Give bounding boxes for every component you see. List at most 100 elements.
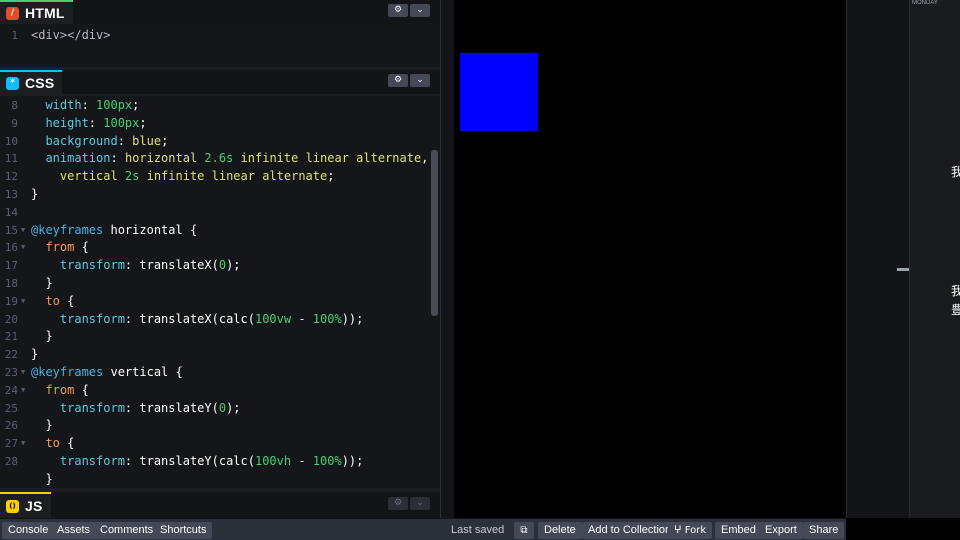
code-token: transform xyxy=(31,311,125,326)
line-number: 20 xyxy=(4,312,18,326)
code-line[interactable]: 25 transform: translateY(0); xyxy=(0,400,440,418)
css-editor-scrollbar[interactable] xyxy=(431,150,438,316)
code-line[interactable]: 10 background: blue; xyxy=(0,133,440,151)
js-tab[interactable]: () JS xyxy=(0,492,51,518)
code-text: @keyframes horizontal { xyxy=(31,222,197,240)
code-text: vertical 2s infinite linear alternate; xyxy=(31,168,335,186)
code-line[interactable]: 26 } xyxy=(0,417,440,435)
code-line[interactable]: 23 ▼ @keyframes vertical { xyxy=(0,364,440,382)
delete-button[interactable]: Delete xyxy=(538,522,582,539)
css-tab[interactable]: * CSS xyxy=(0,70,63,94)
code-line[interactable]: 1 <div></div> xyxy=(0,27,440,45)
footer: Console Assets Comments Shortcuts Last s… xyxy=(0,518,960,540)
add-to-collection-button[interactable]: Add to Collection xyxy=(582,522,678,539)
code-line[interactable]: 12 vertical 2s infinite linear alternate… xyxy=(0,168,440,186)
code-line[interactable]: 11 animation: horizontal 2.6s infinite l… xyxy=(0,150,440,168)
code-line[interactable]: 14 xyxy=(0,204,440,222)
line-number: 25 xyxy=(4,401,18,415)
line-number: 17 xyxy=(4,259,18,273)
html-collapse-chevron-down-icon[interactable]: ⌄ xyxy=(410,4,430,17)
html-settings-gear-icon[interactable]: ⚙ xyxy=(388,4,408,17)
fold-arrow-icon[interactable]: ▼ xyxy=(21,364,25,382)
code-token: blue xyxy=(132,133,162,148)
code-line[interactable]: 20 transform: translateX(calc(100vw - 10… xyxy=(0,311,440,329)
code-token: transform xyxy=(31,400,125,415)
css-settings-gear-icon[interactable]: ⚙ xyxy=(388,74,408,87)
css-code-editor[interactable]: 8 width: 100px; 9 height: 100px; 10 backgr… xyxy=(0,96,440,488)
open-external-icon[interactable]: ⧉ xyxy=(514,522,534,539)
code-text: } xyxy=(31,471,52,488)
code-line[interactable]: 18 } xyxy=(0,275,440,293)
line-number: 13 xyxy=(4,187,18,201)
code-text: background: blue; xyxy=(31,133,168,151)
side-panel-text-2: 我 xyxy=(951,284,960,298)
code-line[interactable]: 22} xyxy=(0,346,440,364)
code-token: ; xyxy=(132,98,140,112)
editor-preview-resizer[interactable] xyxy=(440,0,454,518)
code-token: vertical xyxy=(31,169,125,184)
fold-arrow-icon[interactable]: ▼ xyxy=(21,239,25,257)
code-line[interactable]: 27 ▼ to { xyxy=(0,435,440,453)
console-button[interactable]: Console xyxy=(2,522,55,539)
side-panel-inner: MONDAY xyxy=(909,0,960,518)
line-number: 16 xyxy=(4,241,18,255)
fold-arrow-icon[interactable]: ▼ xyxy=(21,293,25,311)
code-token: horizontal xyxy=(124,151,205,166)
js-settings-gear-icon[interactable]: ⚙ xyxy=(388,497,408,510)
code-token: 100px xyxy=(96,98,133,112)
code-line[interactable]: } xyxy=(0,471,440,488)
fold-arrow-icon[interactable]: ▼ xyxy=(21,222,25,240)
code-line[interactable]: 21 } xyxy=(0,328,440,346)
code-line[interactable]: 16 ▼ from { xyxy=(0,239,440,257)
fork-button[interactable]: ⵖ Fork xyxy=(668,522,713,539)
code-text: transform: translateX(0); xyxy=(31,257,241,275)
line-number: 21 xyxy=(4,330,18,344)
line-number: 1 xyxy=(11,29,18,42)
embed-button[interactable]: Embed xyxy=(715,522,762,539)
code-token: } xyxy=(31,186,39,201)
code-line[interactable]: 8 width: 100px; xyxy=(0,97,440,115)
line-number: 27 xyxy=(4,437,18,451)
fold-arrow-icon[interactable]: ▼ xyxy=(21,435,25,453)
css-collapse-chevron-down-icon[interactable]: ⌄ xyxy=(410,74,430,87)
fold-arrow-icon[interactable]: ▼ xyxy=(21,382,25,400)
assets-button[interactable]: Assets xyxy=(51,522,97,539)
side-panel-resize-handle[interactable] xyxy=(897,268,909,271)
code-line[interactable]: 9 height: 100px; xyxy=(0,115,440,133)
code-text: height: 100px; xyxy=(31,115,147,133)
code-token: <div></div> xyxy=(31,28,111,42)
comments-button[interactable]: Comments xyxy=(94,522,160,539)
code-token: ; xyxy=(139,115,147,130)
html-tab[interactable]: / HTML xyxy=(0,0,73,24)
code-token: width xyxy=(31,98,82,112)
code-token: ); xyxy=(226,258,241,273)
code-token: ; xyxy=(327,169,335,184)
code-line[interactable]: 13} xyxy=(0,186,440,204)
css-logo-icon: * xyxy=(6,76,19,90)
code-line[interactable]: 15 ▼ @keyframes horizontal { xyxy=(0,222,440,240)
shortcuts-button[interactable]: Shortcuts xyxy=(154,522,213,539)
code-token: height xyxy=(31,115,89,130)
line-number: 19 xyxy=(4,294,18,308)
css-panel-tools: ⚙ ⌄ xyxy=(388,74,430,87)
animated-blue-box xyxy=(460,53,538,131)
export-button[interactable]: Export xyxy=(759,522,803,539)
code-token: 100px xyxy=(103,115,140,130)
code-token: to xyxy=(31,436,60,451)
js-collapse-chevron-down-icon[interactable]: ⌄ xyxy=(410,497,430,510)
share-button[interactable]: Share xyxy=(803,522,845,539)
code-token: )); xyxy=(341,453,364,468)
code-line[interactable]: 28 transform: translateY(calc(100vh - 10… xyxy=(0,453,440,471)
line-number: 12 xyxy=(4,170,18,184)
code-line[interactable]: 19 ▼ to { xyxy=(0,293,440,311)
code-line[interactable]: 17 transform: translateX(0); xyxy=(0,257,440,275)
side-panel-title: MONDAY xyxy=(912,0,938,6)
code-line[interactable]: 24 ▼ from { xyxy=(0,382,440,400)
css-tab-label: CSS xyxy=(25,75,55,91)
code-token: )); xyxy=(341,311,364,326)
code-text: to { xyxy=(31,435,74,453)
code-token: animation xyxy=(31,151,111,166)
html-code-editor[interactable]: 1 <div></div> xyxy=(0,24,440,67)
side-panel-text-1: 我 xyxy=(951,165,960,179)
code-token: } xyxy=(31,347,39,362)
